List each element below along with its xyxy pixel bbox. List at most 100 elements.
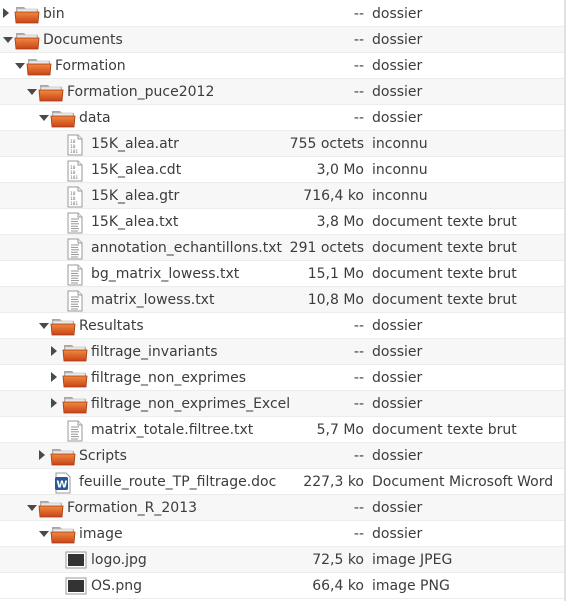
item-type: document texte brut [372, 422, 517, 438]
folder-icon [38, 82, 64, 106]
item-size: 72,5 ko [312, 552, 364, 568]
item-name: 15K_alea.gtr [91, 188, 180, 204]
item-name: annotation_echantillons.txt [91, 240, 283, 256]
item-size: -- [353, 344, 364, 360]
item-name: Documents [43, 32, 123, 48]
file-row[interactable]: annotation_echantillons.txt 291 octets doc… [0, 235, 566, 261]
item-type: dossier [372, 344, 423, 360]
item-type: dossier [372, 526, 423, 542]
folder-row[interactable]: data -- dossier [0, 105, 566, 131]
item-type: dossier [372, 370, 423, 386]
item-size: -- [353, 318, 364, 334]
file-row[interactable]: 10 10 101 15K_alea.cdt 3,0 Mo inconnu [0, 157, 566, 183]
item-type: Document Microsoft Word [372, 474, 554, 490]
folder-icon [14, 30, 40, 54]
file-row[interactable]: 10 10 101 15K_alea.gtr 716,4 ko inconnu [0, 183, 566, 209]
folder-icon [62, 368, 88, 392]
file-row[interactable]: bg_matrix_lowess.txt 15,1 Mo document text… [0, 261, 566, 287]
file-row[interactable]: logo.jpg 72,5 ko image JPEG [0, 547, 566, 573]
folder-row[interactable]: Formation -- dossier [0, 53, 566, 79]
item-type: inconnu [372, 188, 428, 204]
expander-expanded-icon[interactable] [27, 505, 37, 511]
folder-row[interactable]: Resultats -- dossier [0, 313, 566, 339]
file-row[interactable]: matrix_lowess.txt 10,8 Mo document texte b… [0, 287, 566, 313]
folder-icon [26, 56, 52, 80]
file-row[interactable]: Wfeuille_route_TP_filtrage.doc 227,3 ko Do… [0, 469, 566, 495]
expander-collapsed-icon[interactable] [3, 8, 9, 18]
folder-icon [62, 394, 88, 418]
item-name: filtrage_non_exprimes_Excel [91, 396, 291, 412]
item-type: dossier [372, 32, 423, 48]
folder-row[interactable]: bin -- dossier [0, 1, 566, 27]
item-type: dossier [372, 500, 423, 516]
item-size: -- [353, 370, 364, 386]
item-size: 291 octets [289, 240, 364, 256]
file-list: bin -- dossier Documents -- dossier Formation -… [0, 1, 566, 599]
item-name: Formation_R_2013 [67, 500, 198, 516]
item-type: dossier [372, 58, 423, 74]
item-type: document texte brut [372, 266, 517, 282]
svg-text:W: W [56, 480, 67, 491]
item-size: -- [353, 448, 364, 464]
item-name: data [79, 110, 111, 126]
item-name: feuille_route_TP_filtrage.doc [79, 474, 277, 490]
item-size: 15,1 Mo [307, 266, 364, 282]
expander-expanded-icon[interactable] [27, 89, 37, 95]
expander-expanded-icon[interactable] [15, 63, 25, 69]
folder-icon [14, 4, 40, 28]
item-size: -- [353, 500, 364, 516]
item-name: 15K_alea.atr [91, 136, 179, 152]
file-row[interactable]: 15K_alea.txt 3,8 Mo document texte brut [0, 209, 566, 235]
item-type: dossier [372, 448, 423, 464]
svg-text:101: 101 [70, 149, 78, 155]
folder-row[interactable]: filtrage_non_exprimes_Excel -- dossier [0, 391, 566, 417]
item-name: bg_matrix_lowess.txt [91, 266, 240, 282]
item-name: Formation_puce2012 [67, 84, 215, 100]
item-size: 5,7 Mo [316, 422, 364, 438]
folder-icon [50, 446, 76, 470]
item-type: image JPEG [372, 552, 453, 568]
item-type: inconnu [372, 162, 428, 178]
expander-expanded-icon[interactable] [3, 37, 13, 43]
file-row[interactable]: OS.png 66,4 ko image PNG [0, 573, 566, 599]
folder-row[interactable]: Scripts -- dossier [0, 443, 566, 469]
folder-row[interactable]: image -- dossier [0, 521, 566, 547]
folder-row[interactable]: filtrage_non_exprimes -- dossier [0, 365, 566, 391]
expander-collapsed-icon[interactable] [51, 346, 57, 356]
item-type: inconnu [372, 136, 428, 152]
item-name: matrix_lowess.txt [91, 292, 215, 308]
item-name: 15K_alea.txt [91, 214, 179, 230]
expander-expanded-icon[interactable] [39, 531, 49, 537]
folder-row[interactable]: filtrage_invariants -- dossier [0, 339, 566, 365]
item-type: dossier [372, 396, 423, 412]
folder-row[interactable]: Formation_puce2012 -- dossier [0, 79, 566, 105]
image-file-icon [65, 576, 87, 600]
item-size: -- [353, 396, 364, 412]
folder-icon [50, 316, 76, 340]
expander-collapsed-icon[interactable] [51, 398, 57, 408]
item-size: -- [353, 526, 364, 542]
item-type: image PNG [372, 578, 450, 594]
folder-row[interactable]: Formation_R_2013 -- dossier [0, 495, 566, 521]
file-row[interactable]: matrix_totale.filtree.txt 5,7 Mo document … [0, 417, 566, 443]
item-name: Scripts [79, 448, 127, 464]
item-size: -- [353, 32, 364, 48]
file-row[interactable]: 10 10 101 15K_alea.atr 755 octets inconnu [0, 131, 566, 157]
folder-row[interactable]: Documents -- dossier [0, 27, 566, 53]
item-size: -- [353, 84, 364, 100]
item-size: -- [353, 110, 364, 126]
item-name: Resultats [79, 318, 144, 334]
folder-icon [50, 108, 76, 132]
item-name: logo.jpg [91, 552, 147, 568]
item-name: Formation [55, 58, 126, 74]
expander-expanded-icon[interactable] [39, 115, 49, 121]
item-type: document texte brut [372, 240, 517, 256]
item-name: 15K_alea.cdt [91, 162, 182, 178]
item-type: document texte brut [372, 214, 517, 230]
expander-collapsed-icon[interactable] [39, 450, 45, 460]
item-name: filtrage_non_exprimes [91, 370, 247, 386]
folder-icon [38, 498, 64, 522]
item-size: 755 octets [289, 136, 364, 152]
expander-collapsed-icon[interactable] [51, 372, 57, 382]
expander-expanded-icon[interactable] [39, 323, 49, 329]
